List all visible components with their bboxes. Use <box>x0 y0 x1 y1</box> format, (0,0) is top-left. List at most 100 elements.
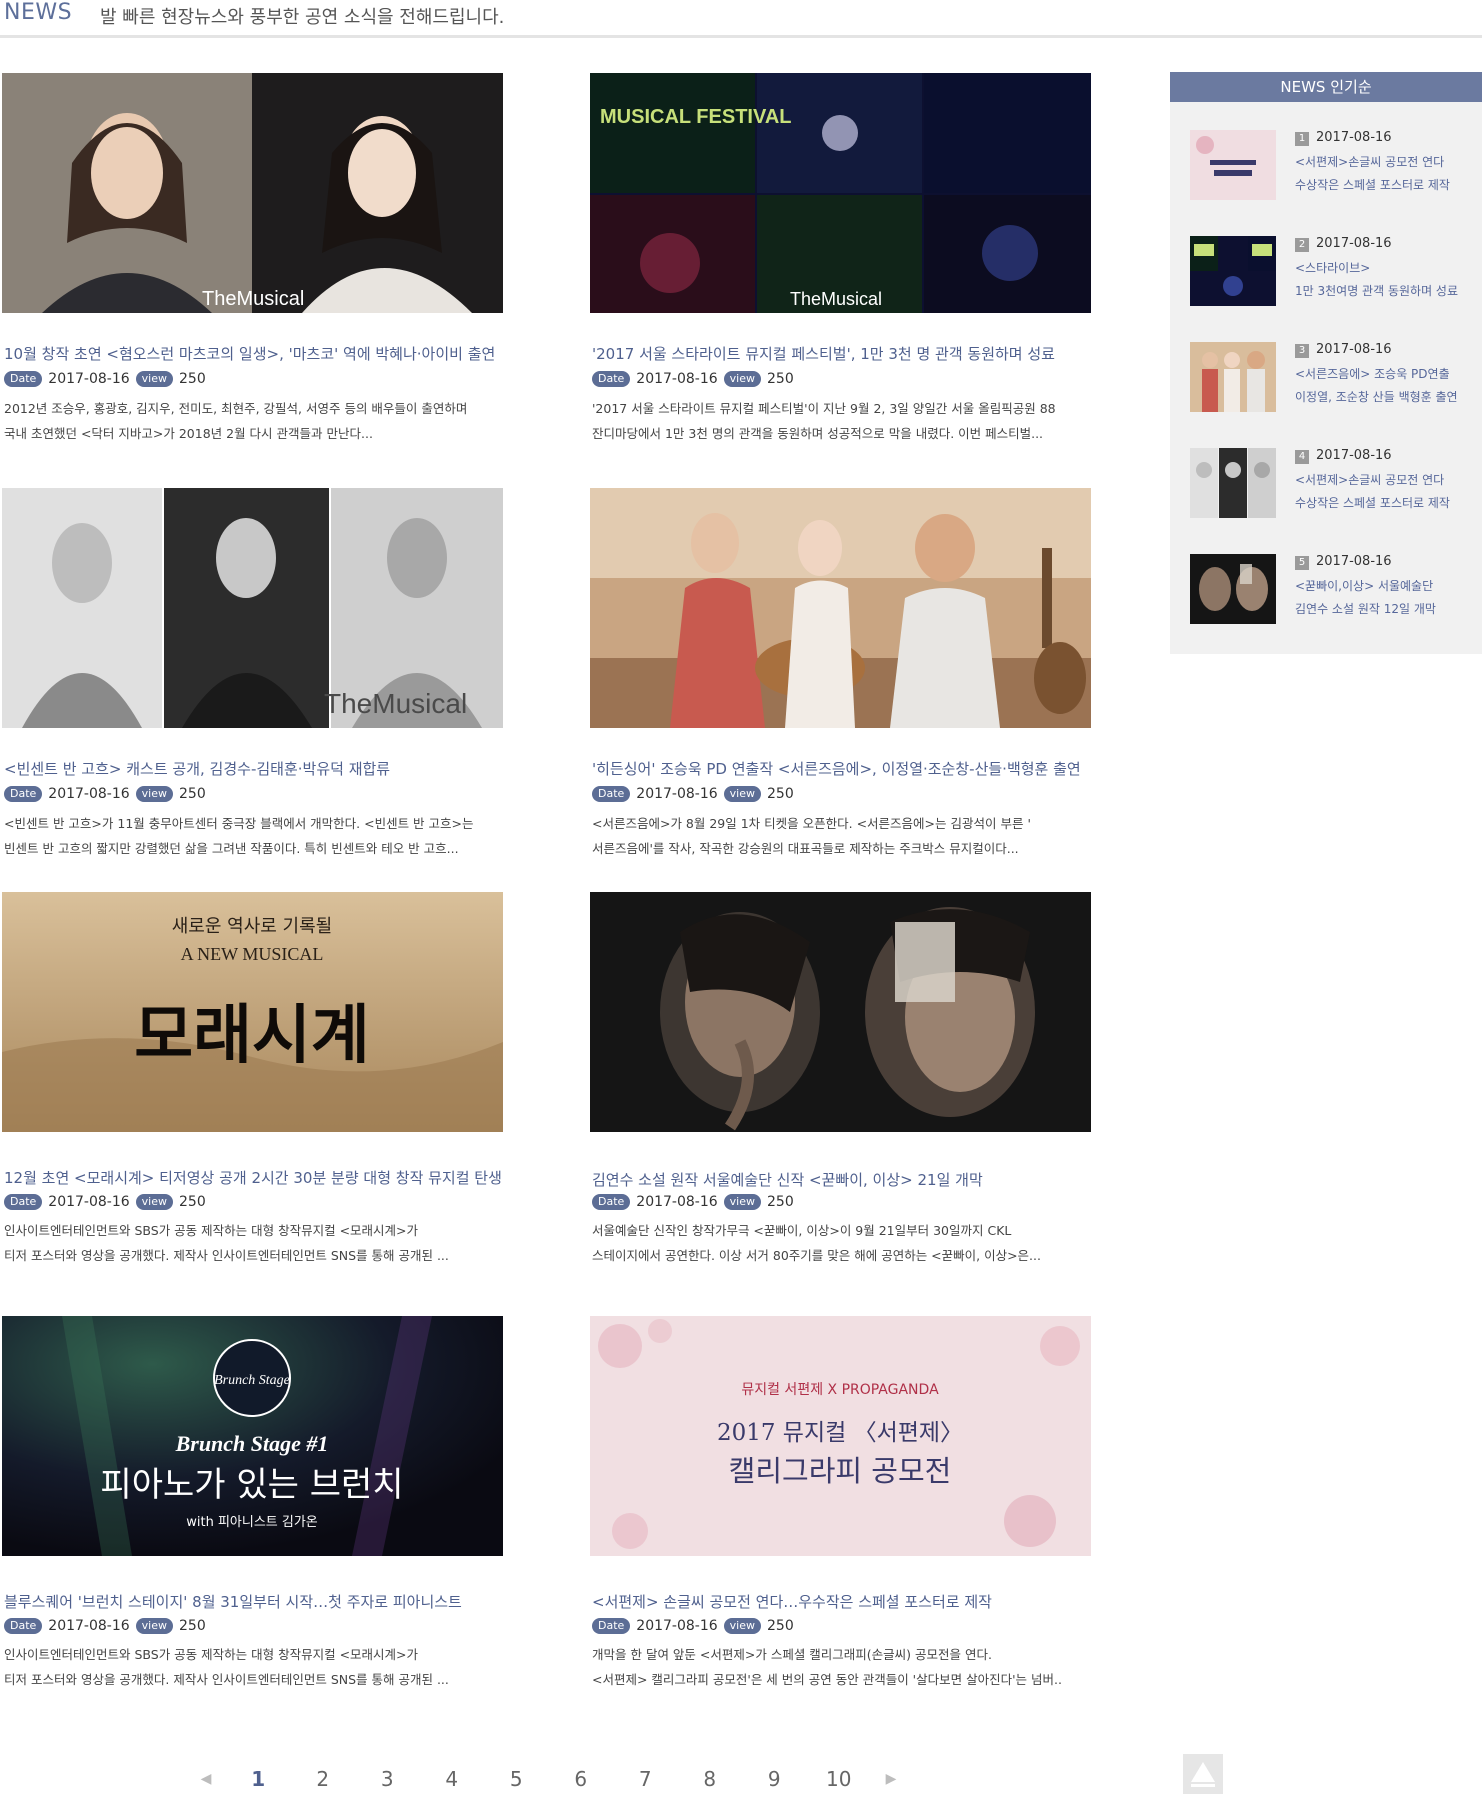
news-title[interactable]: <서편제> 손글씨 공모전 연다…우수작은 스페셜 포스터로 제작 <box>592 1591 1102 1612</box>
news-meta: Date 2017-08-16 view 250 <box>592 1618 794 1634</box>
view-tag: view <box>723 1618 762 1634</box>
view-tag: view <box>135 371 174 387</box>
popular-news-thumbnail <box>1190 342 1276 412</box>
date-tag: Date <box>4 786 43 802</box>
news-meta: Date 2017-08-16 view 250 <box>4 1618 206 1634</box>
summary-line: <서른즈음에>가 8월 29일 1차 티켓을 오픈한다. <서른즈음에>는 김광… <box>592 816 1031 831</box>
news-meta: Date 2017-08-16 view 250 <box>4 786 206 802</box>
poster-caption: with 피아니스트 김가온 <box>186 1515 318 1530</box>
view-tag: view <box>723 371 762 387</box>
news-title[interactable]: '2017 서울 스타라이트 뮤지컬 페스티벌', 1만 3천 명 관객 동원하… <box>592 343 1102 364</box>
poster-subtitle: Brunch Stage #1 <box>175 1431 329 1456</box>
news-title[interactable]: <빈센트 반 고흐> 캐스트 공개, 김경수-김태훈·박유덕 재합류 <box>4 758 514 779</box>
popular-news-thumbnail <box>1190 236 1276 306</box>
popular-news-item[interactable]: 5 2017-08-16 <꾿빠이,이상> 서울예술단 김연수 소설 원작 12… <box>1190 554 1470 624</box>
popular-news-item[interactable]: 4 2017-08-16 <서편제>손글씨 공모전 연다 수상작은 스페셜 포스… <box>1190 448 1470 518</box>
news-date: 2017-08-16 <box>636 1194 718 1210</box>
news-meta: Date 2017-08-16 view 250 <box>592 1194 794 1210</box>
date-tag: Date <box>592 786 631 802</box>
news-summary: <서른즈음에>가 8월 29일 1차 티켓을 오픈한다. <서른즈음에>는 김광… <box>592 811 1097 861</box>
popular-news-date: 2017-08-16 <box>1316 448 1392 463</box>
popular-news-date: 2017-08-16 <box>1316 130 1392 145</box>
news-thumbnail[interactable]: TheMusical <box>2 488 503 728</box>
popular-news-date: 2017-08-16 <box>1316 236 1392 251</box>
news-views: 250 <box>179 786 206 802</box>
date-tag: Date <box>4 1618 43 1634</box>
news-thumbnail[interactable]: Brunch Stage Brunch Stage #1 피아노가 있는 브런치… <box>2 1316 503 1556</box>
news-date: 2017-08-16 <box>48 371 130 387</box>
popular-news-item[interactable]: 2 2017-08-16 <스타라이브> 1만 3천여명 관객 동원하며 성료 <box>1190 236 1470 306</box>
poster-title: 모래시계 <box>134 999 370 1073</box>
news-views: 250 <box>767 1618 794 1634</box>
summary-line: 티저 포스터와 영상을 공개했다. 제작사 인사이트엔터테인먼트 SNS를 통해… <box>4 1672 449 1687</box>
date-tag: Date <box>592 1194 631 1210</box>
page-link-5[interactable]: 5 <box>484 1767 549 1791</box>
header-divider <box>0 35 1482 38</box>
page-link-7[interactable]: 7 <box>613 1767 678 1791</box>
view-tag: view <box>723 786 762 802</box>
section-title: NEWS <box>4 0 73 25</box>
rank-badge: 4 <box>1295 450 1309 464</box>
page-link-8[interactable]: 8 <box>678 1767 743 1791</box>
news-title[interactable]: '히든싱어' 조승욱 PD 연출작 <서른즈음에>, 이정열·조순창-산들·백형… <box>592 758 1102 779</box>
news-summary: 개막을 한 달여 앞둔 <서편제>가 스페셜 캘리그래피(손글씨) 공모전을 연… <box>592 1642 1097 1692</box>
summary-line: 인사이트엔터테인먼트와 SBS가 공동 제작하는 대형 창작뮤지컬 <모래시계>… <box>4 1223 419 1238</box>
section-subtitle: 발 빠른 현장뉴스와 풍부한 공연 소식을 전해드립니다. <box>100 7 505 28</box>
summary-line: 국내 초연했던 <닥터 지바고>가 2018년 2월 다시 관객들과 만난다..… <box>4 426 373 441</box>
pagination: ◀ 1 2 3 4 5 6 7 8 9 10 ▶ <box>186 1764 911 1794</box>
page-link-1[interactable]: 1 <box>226 1767 291 1791</box>
page-link-2[interactable]: 2 <box>291 1767 356 1791</box>
news-title[interactable]: 12월 초연 <모래시계> 티저영상 공개 2시간 30분 분량 대형 창작 뮤… <box>4 1167 514 1188</box>
sidebar-heading: NEWS 인기순 <box>1170 72 1482 102</box>
news-views: 250 <box>179 371 206 387</box>
date-tag: Date <box>4 371 43 387</box>
festival-text: MUSICAL FESTIVAL <box>600 106 791 128</box>
popular-news-title: <서편제>손글씨 공모전 연다 <box>1295 473 1445 487</box>
popular-news-title-line2: 김연수 소설 원작 12일 개막 <box>1295 602 1436 616</box>
view-tag: view <box>135 1618 174 1634</box>
summary-line: 2012년 조승우, 홍광호, 김지우, 전미도, 최현주, 강필석, 서영주 … <box>4 401 468 416</box>
news-date: 2017-08-16 <box>48 1194 130 1210</box>
popular-news-thumbnail <box>1190 554 1276 624</box>
news-meta: Date 2017-08-16 view 250 <box>592 786 794 802</box>
news-thumbnail[interactable]: 새로운 역사로 기록될 A NEW MUSICAL 모래시계 <box>2 892 503 1132</box>
rank-badge: 1 <box>1295 132 1309 146</box>
news-views: 250 <box>767 1194 794 1210</box>
watermark-text: TheMusical <box>790 289 882 309</box>
rank-badge: 5 <box>1295 556 1309 570</box>
summary-line: 서울예술단 신작인 창작가무극 <꾿빠이, 이상>이 9월 21일부터 30일까… <box>592 1223 1012 1238</box>
popular-news-title-line2: 수상작은 스페셜 포스터로 제작 <box>1295 178 1450 192</box>
news-title[interactable]: 10월 창작 초연 <혐오스런 마츠코의 일생>, '마츠코' 역에 박혜나·아… <box>4 343 514 364</box>
summary-line: 서른즈음에'를 작사, 작곡한 강승원의 대표곡들로 제작하는 주크박스 뮤지컬… <box>592 841 1019 856</box>
news-summary: <빈센트 반 고흐>가 11월 충무아트센터 중극장 블랙에서 개막한다. <빈… <box>4 811 509 861</box>
news-thumbnail[interactable] <box>590 488 1091 728</box>
poster-subtitle: A NEW MUSICAL <box>181 944 324 964</box>
view-tag: view <box>135 1194 174 1210</box>
news-thumbnail[interactable] <box>590 892 1091 1132</box>
page-link-6[interactable]: 6 <box>549 1767 614 1791</box>
prev-page-icon[interactable]: ◀ <box>186 1771 226 1787</box>
popular-news-title: <서른즈음에> 조승욱 PD연출 <box>1295 367 1450 381</box>
rank-badge: 2 <box>1295 238 1309 252</box>
news-title[interactable]: 김연수 소설 원작 서울예술단 신작 <꾿빠이, 이상> 21일 개막 <box>592 1169 1102 1190</box>
news-summary: 서울예술단 신작인 창작가무극 <꾿빠이, 이상>이 9월 21일부터 30일까… <box>592 1218 1097 1268</box>
news-views: 250 <box>179 1194 206 1210</box>
page-link-10[interactable]: 10 <box>807 1767 872 1791</box>
news-title[interactable]: 블루스퀘어 '브런치 스테이지' 8월 31일부터 시작…첫 주자로 피아니스트 <box>4 1591 514 1612</box>
page-link-4[interactable]: 4 <box>420 1767 485 1791</box>
popular-news-item[interactable]: 3 2017-08-16 <서른즈음에> 조승욱 PD연출 이정열, 조순창 산… <box>1190 342 1470 412</box>
page-link-3[interactable]: 3 <box>355 1767 420 1791</box>
summary-line: 잔디마당에서 1만 3천 명의 관객을 동원하며 성공적으로 막을 내렸다. 이… <box>592 426 1044 441</box>
view-tag: view <box>723 1194 762 1210</box>
news-thumbnail[interactable]: MUSICAL FESTIVAL TheMusical <box>590 73 1091 313</box>
news-thumbnail[interactable]: TheMusical <box>2 73 503 313</box>
popular-news-item[interactable]: 1 2017-08-16 <서편제>손글씨 공모전 연다 수상작은 스페셜 포스… <box>1190 130 1470 200</box>
summary-line: 빈센트 반 고흐의 짧지만 강렬했던 삶을 그려낸 작품이다. 특히 빈센트와 … <box>4 841 459 856</box>
page-link-9[interactable]: 9 <box>742 1767 807 1791</box>
news-thumbnail[interactable]: 뮤지컬 서편제 X PROPAGANDA 2017 뮤지컬 〈서편제〉 캘리그라… <box>590 1316 1091 1556</box>
scroll-top-button[interactable] <box>1183 1754 1223 1794</box>
popular-news-title-line2: 수상작은 스페셜 포스터로 제작 <box>1295 496 1450 510</box>
next-page-icon[interactable]: ▶ <box>871 1771 911 1787</box>
date-tag: Date <box>592 1618 631 1634</box>
summary-line: 스테이지에서 공연한다. 이상 서거 80주기를 맞은 해에 공연하는 <꾿빠이… <box>592 1248 1041 1263</box>
